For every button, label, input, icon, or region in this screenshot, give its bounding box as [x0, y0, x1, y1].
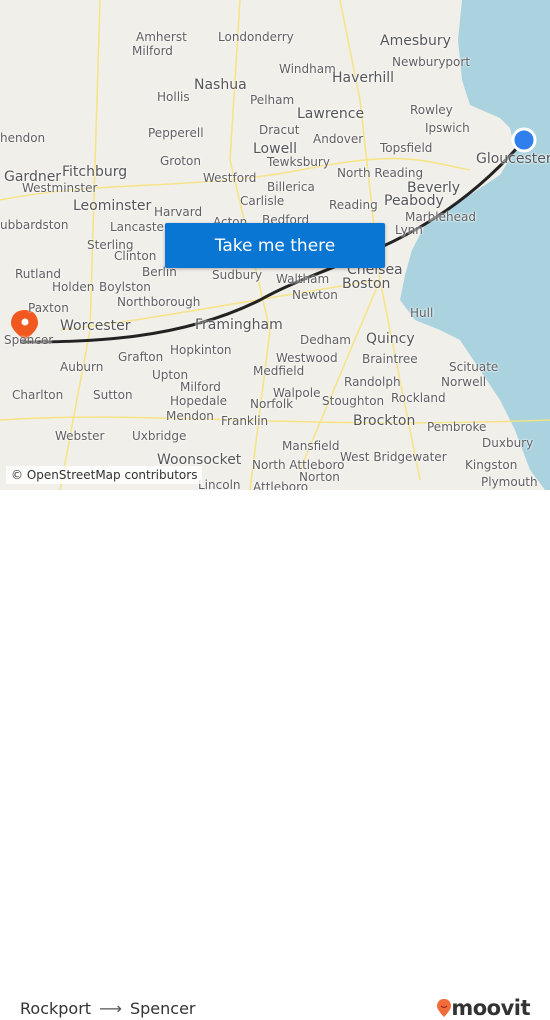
place-label: Peabody	[384, 193, 444, 209]
moovit-logo[interactable]: moovit	[437, 996, 530, 1020]
place-label: Westwood	[276, 351, 338, 365]
place-label: Quincy	[366, 331, 415, 347]
place-label: Brockton	[353, 413, 416, 429]
place-label: Leominster	[73, 198, 152, 214]
place-label: Hopedale	[170, 394, 228, 408]
place-label: Webster	[55, 429, 105, 443]
place-label: Framingham	[195, 317, 283, 333]
place-label: Sutton	[93, 388, 133, 402]
place-label: Grafton	[118, 350, 164, 364]
place-label: Nashua	[194, 77, 247, 93]
take-me-there-button[interactable]: Take me there	[165, 223, 385, 268]
place-label: Scituate	[449, 360, 499, 374]
place-label: Hopkinton	[170, 343, 232, 357]
place-label: Worcester	[60, 318, 131, 334]
origin-marker	[511, 127, 537, 153]
place-label: Medfield	[253, 364, 305, 378]
place-label: Mansfield	[282, 439, 340, 453]
moovit-pin-icon	[437, 999, 452, 1017]
place-label: Reading	[329, 198, 378, 212]
place-label: Mendon	[166, 409, 214, 423]
place-label: Groton	[160, 154, 201, 168]
place-label: Amherst	[136, 30, 187, 44]
place-label: hendon	[0, 131, 46, 145]
place-label: Harvard	[154, 205, 203, 219]
place-label: ubbardston	[0, 218, 69, 232]
place-label: Paxton	[28, 301, 69, 315]
place-label: Franklin	[221, 414, 269, 428]
place-label: Marblehead	[405, 210, 476, 224]
place-label: Pelham	[250, 93, 295, 107]
place-label: Lincoln	[198, 478, 241, 490]
place-label: Hull	[410, 306, 434, 320]
place-label: Holden	[52, 280, 95, 294]
place-label: Pembroke	[427, 420, 487, 434]
place-label: Uxbridge	[132, 429, 187, 443]
place-label: Stoughton	[322, 394, 385, 408]
place-label: Lancaster	[110, 220, 169, 234]
place-label: Duxbury	[482, 436, 534, 450]
place-label: Attleboro	[253, 480, 309, 490]
place-label: Billerica	[267, 180, 315, 194]
place-label: Topsfield	[380, 141, 433, 155]
place-label: Lynn	[395, 223, 423, 237]
place-label: Norfolk	[250, 397, 294, 411]
place-label: Londonderry	[218, 30, 294, 44]
place-label: Milford	[132, 44, 173, 58]
place-label: Lawrence	[297, 106, 365, 122]
place-label: North Reading	[337, 166, 424, 180]
place-label: Tewksbury	[267, 155, 330, 169]
place-label: West Bridgewater	[340, 450, 447, 464]
route-summary: Rockport ⟶ Spencer	[20, 999, 196, 1018]
place-label: Randolph	[344, 375, 401, 389]
place-label: Sudbury	[212, 268, 263, 282]
place-label: Newburyport	[392, 55, 471, 69]
place-label: Spencer	[4, 333, 54, 347]
place-label: Fitchburg	[62, 164, 128, 180]
ocean	[400, 0, 550, 490]
place-label: Westminster	[22, 181, 98, 195]
place-label: Braintree	[362, 352, 418, 366]
place-label: Rowley	[410, 103, 453, 117]
place-label: Dracut	[259, 123, 300, 137]
place-label: Newton	[292, 288, 338, 302]
map-attribution[interactable]: © OpenStreetMap contributors	[6, 466, 203, 484]
place-label: Windham	[279, 62, 336, 76]
place-label: Dedham	[300, 333, 351, 347]
place-label: Kingston	[465, 458, 518, 472]
place-label: Northborough	[117, 295, 201, 309]
place-label: Ipswich	[425, 121, 470, 135]
place-label: Westford	[203, 171, 257, 185]
place-label: Norwell	[441, 375, 487, 389]
place-label: Rutland	[15, 267, 62, 281]
place-label: Pepperell	[148, 126, 204, 140]
place-label: Clinton	[114, 249, 157, 263]
destination-name: Spencer	[129, 999, 196, 1018]
map[interactable]: Amherst Milford Londonderry Nashua Windham Ha…	[0, 0, 550, 490]
place-label: Amesbury	[380, 33, 451, 49]
place-label: Milford	[180, 380, 221, 394]
footer: Rockport ⟶ Spencer moovit	[0, 490, 550, 1020]
place-label: Haverhill	[332, 70, 395, 86]
place-label: Auburn	[60, 360, 104, 374]
place-label: Andover	[313, 132, 364, 146]
place-label: Boston	[342, 276, 391, 292]
place-label: Charlton	[12, 388, 64, 402]
place-label: Hollis	[157, 90, 190, 104]
place-label: Boylston	[99, 280, 151, 294]
place-label: Carlisle	[240, 194, 285, 208]
arrow-right-icon: ⟶	[99, 999, 122, 1018]
place-label: Gloucester	[476, 151, 550, 167]
place-label: Plymouth	[481, 475, 538, 489]
origin-name: Rockport	[20, 999, 92, 1018]
place-label: Rockland	[391, 391, 446, 405]
place-label: Waltham	[276, 272, 330, 286]
